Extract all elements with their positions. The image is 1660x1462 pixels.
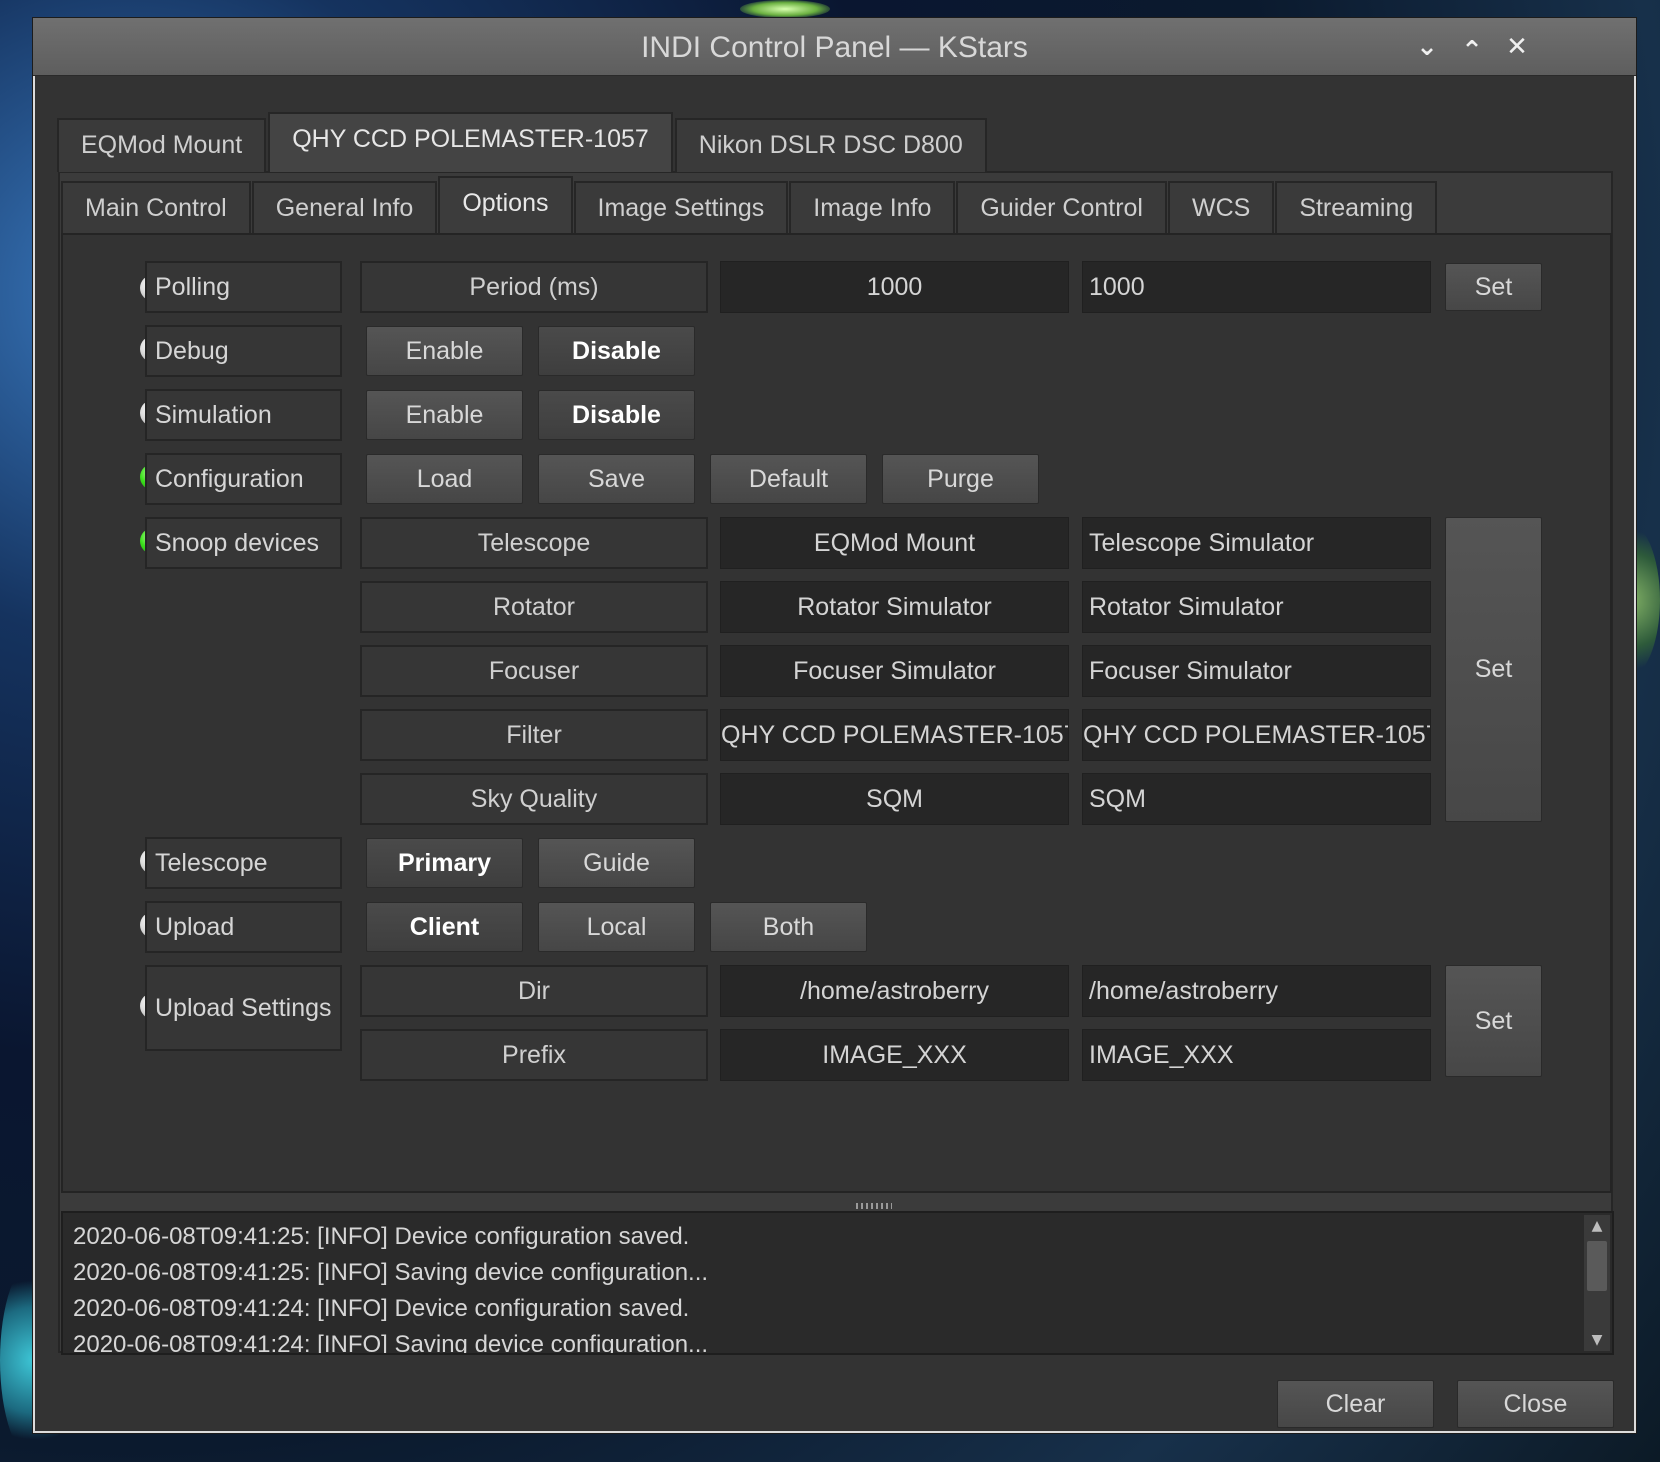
- upload-value-prefix: IMAGE_XXX: [720, 1029, 1069, 1081]
- telescope-primary-button[interactable]: Primary: [366, 838, 523, 888]
- snoop-input-telescope[interactable]: Telescope Simulator: [1082, 517, 1431, 569]
- window-title: INDI Control Panel — KStars: [641, 31, 1028, 64]
- property-snoop-devices: Snoop devices Telescope EQMod Mount Tele…: [63, 517, 1610, 837]
- clear-button[interactable]: Clear: [1277, 1380, 1434, 1428]
- debug-enable-button[interactable]: Enable: [366, 326, 523, 376]
- splitter-handle[interactable]: [856, 1203, 892, 1209]
- snoop-input-rotator[interactable]: Rotator Simulator: [1082, 581, 1431, 633]
- property-label-telescope: Telescope: [145, 837, 342, 889]
- tab-image-settings[interactable]: Image Settings: [573, 181, 789, 233]
- log-line: 2020-06-08T09:41:25: [INFO] Saving devic…: [73, 1259, 709, 1286]
- property-label-simulation: Simulation: [145, 389, 342, 441]
- config-purge-button[interactable]: Purge: [882, 454, 1039, 504]
- tab-general-info[interactable]: General Info: [251, 181, 438, 233]
- debug-disable-button[interactable]: Disable: [538, 326, 695, 376]
- property-label-snoop: Snoop devices: [145, 517, 342, 569]
- snoop-input-focuser[interactable]: Focuser Simulator: [1082, 645, 1431, 697]
- property-label-configuration: Configuration: [145, 453, 342, 505]
- snoop-name-sky-quality: Sky Quality: [360, 773, 708, 825]
- snoop-value-focuser: Focuser Simulator: [720, 645, 1069, 697]
- log-line: 2020-06-08T09:41:24: [INFO] Device confi…: [73, 1295, 690, 1322]
- property-configuration: Configuration Load Save Default Purge: [63, 453, 1610, 517]
- polling-set-button[interactable]: Set: [1445, 263, 1542, 311]
- options-pane: Polling Period (ms) 1000 1000 Set Debug …: [61, 233, 1612, 1193]
- snoop-name-focuser: Focuser: [360, 645, 708, 697]
- upload-settings-set-button[interactable]: Set: [1445, 965, 1542, 1077]
- telescope-guide-button[interactable]: Guide: [538, 838, 695, 888]
- upload-prefix-input[interactable]: IMAGE_XXX: [1082, 1029, 1431, 1081]
- period-input[interactable]: 1000: [1082, 261, 1431, 313]
- group-tabs: Main Control General Info Options Image …: [61, 176, 1438, 233]
- message-log: 2020-06-08T09:41:25: [INFO] Device confi…: [61, 1211, 1614, 1355]
- snoop-value-rotator: Rotator Simulator: [720, 581, 1069, 633]
- log-scrollbar[interactable]: ▲ ▼: [1584, 1215, 1610, 1351]
- device-tabs: EQMod Mount QHY CCD POLEMASTER-1057 Niko…: [57, 98, 989, 172]
- snoop-input-filter[interactable]: QHY CCD POLEMASTER-1057: [1082, 709, 1431, 761]
- tab-main-control[interactable]: Main Control: [61, 181, 251, 233]
- element-value-period: 1000: [720, 261, 1069, 313]
- tab-nikon-dslr[interactable]: Nikon DSLR DSC D800: [674, 118, 987, 172]
- upload-dir-input[interactable]: /home/astroberry: [1082, 965, 1431, 1017]
- close-button[interactable]: Close: [1457, 1380, 1614, 1428]
- scroll-up-icon[interactable]: ▲: [1584, 1215, 1610, 1237]
- tab-guider-control[interactable]: Guider Control: [956, 181, 1167, 233]
- property-label-polling: Polling: [145, 261, 342, 313]
- upload-value-dir: /home/astroberry: [720, 965, 1069, 1017]
- tab-qhy-ccd-polemaster[interactable]: QHY CCD POLEMASTER-1057: [268, 112, 673, 172]
- tab-wcs[interactable]: WCS: [1167, 181, 1275, 233]
- property-label-debug: Debug: [145, 325, 342, 377]
- tab-image-info[interactable]: Image Info: [789, 181, 956, 233]
- tab-streaming[interactable]: Streaming: [1275, 181, 1438, 233]
- snoop-set-button[interactable]: Set: [1445, 517, 1542, 822]
- snoop-name-rotator: Rotator: [360, 581, 708, 633]
- tab-eqmod-mount[interactable]: EQMod Mount: [57, 118, 267, 172]
- snoop-value-telescope: EQMod Mount: [720, 517, 1069, 569]
- upload-name-prefix: Prefix: [360, 1029, 708, 1081]
- property-label-upload: Upload: [145, 901, 342, 953]
- property-simulation: Simulation Enable Disable: [63, 389, 1610, 453]
- upload-local-button[interactable]: Local: [538, 902, 695, 952]
- snoop-value-sky-quality: SQM: [720, 773, 1069, 825]
- config-save-button[interactable]: Save: [538, 454, 695, 504]
- config-load-button[interactable]: Load: [366, 454, 523, 504]
- property-upload: Upload Client Local Both: [63, 901, 1610, 965]
- upload-client-button[interactable]: Client: [366, 902, 523, 952]
- property-telescope: Telescope Primary Guide: [63, 837, 1610, 901]
- snoop-value-filter: QHY CCD POLEMASTER-1057: [720, 709, 1069, 761]
- property-debug: Debug Enable Disable: [63, 325, 1610, 389]
- close-icon[interactable]: ✕: [1499, 30, 1535, 64]
- upload-name-dir: Dir: [360, 965, 708, 1017]
- snoop-name-telescope: Telescope: [360, 517, 708, 569]
- property-label-upload-settings: Upload Settings: [145, 965, 342, 1051]
- background-nebula-top: [740, 0, 830, 18]
- element-name-period: Period (ms): [360, 261, 708, 313]
- scroll-down-icon[interactable]: ▼: [1584, 1329, 1610, 1351]
- simulation-disable-button[interactable]: Disable: [538, 390, 695, 440]
- log-line: 2020-06-08T09:41:24: [INFO] Saving devic…: [73, 1331, 709, 1355]
- log-line: 2020-06-08T09:41:25: [INFO] Device confi…: [73, 1223, 690, 1250]
- property-polling: Polling Period (ms) 1000 1000 Set: [63, 261, 1610, 325]
- indi-control-panel-window: INDI Control Panel — KStars ⌄ ⌃ ✕ EQMod …: [32, 17, 1637, 1434]
- minimize-icon[interactable]: ⌄: [1409, 30, 1445, 64]
- scroll-thumb[interactable]: [1587, 1241, 1607, 1291]
- snoop-name-filter: Filter: [360, 709, 708, 761]
- snoop-input-sky-quality[interactable]: SQM: [1082, 773, 1431, 825]
- simulation-enable-button[interactable]: Enable: [366, 390, 523, 440]
- property-upload-settings: Upload Settings Dir /home/astroberry /ho…: [63, 965, 1610, 1085]
- title-bar[interactable]: INDI Control Panel — KStars ⌄ ⌃ ✕: [33, 18, 1636, 76]
- tab-options[interactable]: Options: [438, 176, 573, 233]
- upload-both-button[interactable]: Both: [710, 902, 867, 952]
- config-default-button[interactable]: Default: [710, 454, 867, 504]
- maximize-icon[interactable]: ⌃: [1454, 34, 1490, 68]
